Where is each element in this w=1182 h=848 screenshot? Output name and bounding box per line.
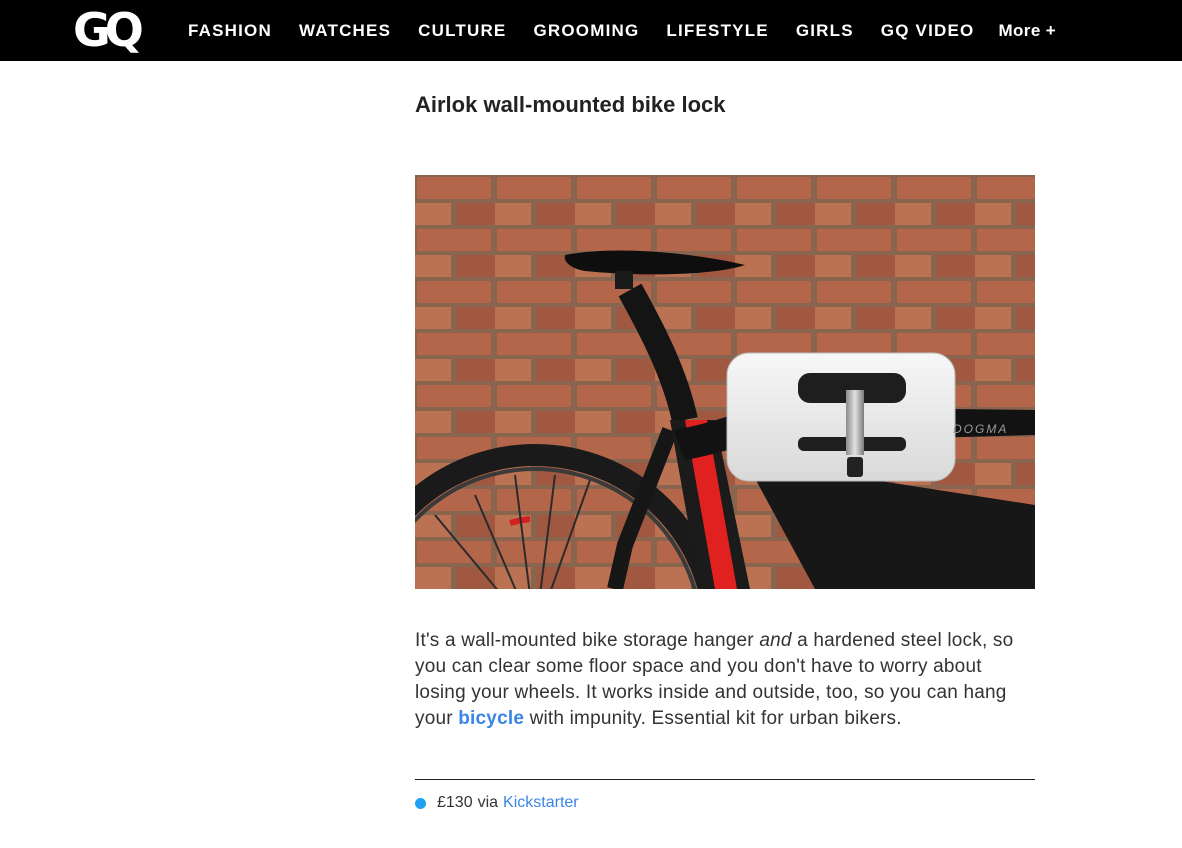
price-row: £130 via Kickstarter bbox=[415, 794, 579, 812]
price-amount: £130 bbox=[437, 794, 473, 811]
nav-gq-video[interactable]: GQ VIDEO bbox=[881, 21, 975, 41]
gq-logo[interactable]: GQ bbox=[73, 7, 144, 53]
retailer-link[interactable]: Kickstarter bbox=[503, 794, 579, 812]
article-body: It's a wall-mounted bike storage hanger … bbox=[415, 628, 1035, 732]
nav-girls[interactable]: GIRLS bbox=[796, 21, 854, 41]
nav-fashion[interactable]: FASHION bbox=[188, 21, 272, 41]
body-text-1: It's a wall-mounted bike storage hanger bbox=[415, 630, 760, 651]
article-title: Airlok wall-mounted bike lock bbox=[415, 92, 726, 117]
main-nav: FASHION WATCHES CULTURE GROOMING LIFESTY… bbox=[188, 0, 1056, 61]
svg-text:DOGMA: DOGMA bbox=[953, 422, 1008, 436]
body-text-3: with impunity. Essential kit for urban b… bbox=[524, 708, 902, 729]
product-image: DOGMA bbox=[415, 175, 1035, 589]
nav-lifestyle[interactable]: LIFESTYLE bbox=[666, 21, 768, 41]
nav-grooming[interactable]: GROOMING bbox=[533, 21, 639, 41]
nav-more-button[interactable]: More + bbox=[998, 21, 1056, 41]
nav-culture[interactable]: CULTURE bbox=[418, 21, 506, 41]
bicycle-link[interactable]: bicycle bbox=[458, 708, 524, 729]
top-nav-bar: GQ FASHION WATCHES CULTURE GROOMING LIFE… bbox=[0, 0, 1182, 61]
price-bullet-icon bbox=[415, 797, 426, 809]
nav-watches[interactable]: WATCHES bbox=[299, 21, 391, 41]
price-via: via bbox=[477, 794, 499, 811]
divider bbox=[415, 779, 1035, 780]
body-emphasis: and bbox=[759, 630, 792, 651]
